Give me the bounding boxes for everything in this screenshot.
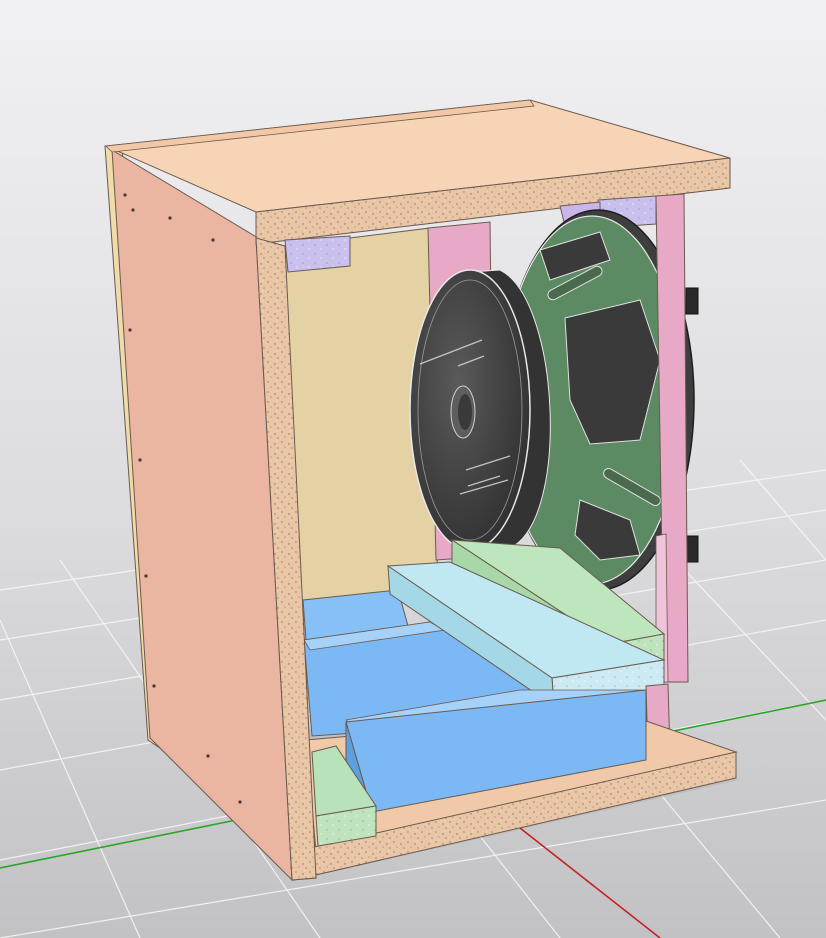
- corner-block-left: [284, 235, 351, 273]
- cad-scene: [0, 0, 826, 938]
- 3d-viewport[interactable]: [0, 0, 826, 938]
